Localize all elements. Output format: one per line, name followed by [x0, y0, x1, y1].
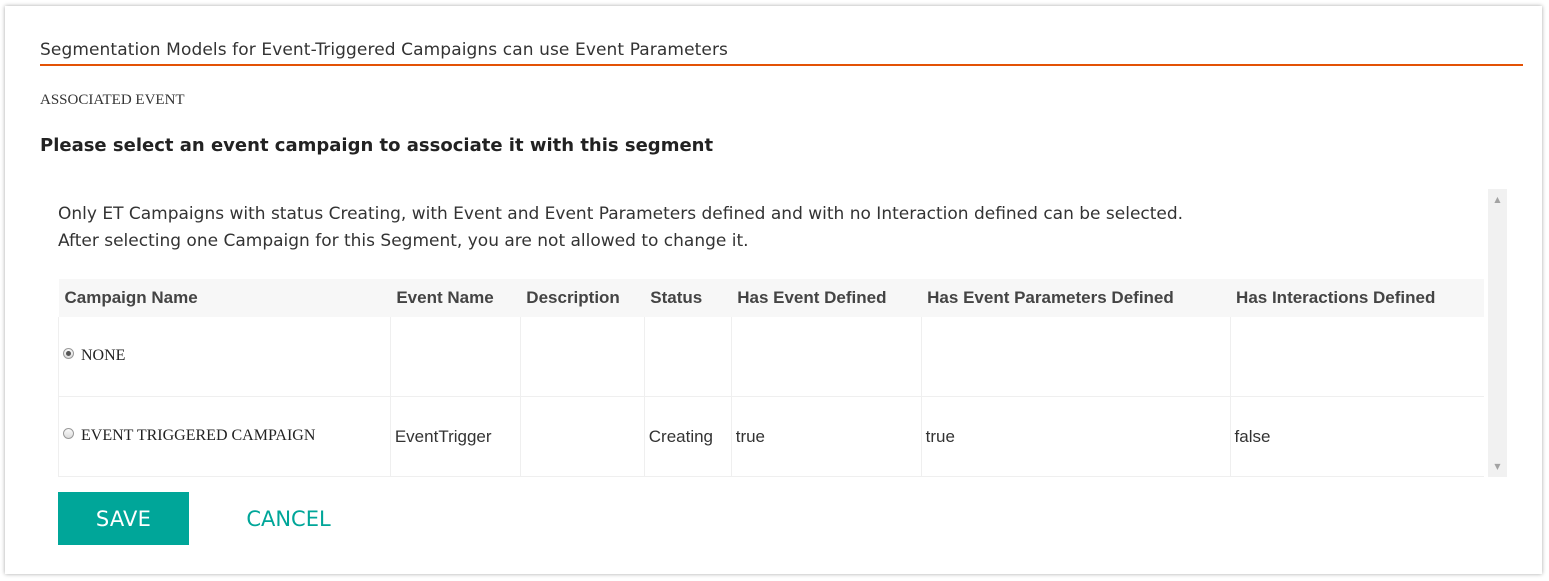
table-row: NONE [58, 317, 1484, 397]
save-button[interactable]: SAVE [58, 492, 189, 545]
column-header-status: Status [650, 288, 703, 307]
cell-status: Creating [644, 396, 732, 477]
campaign-name: EVENT TRIGGERED CAMPAIGN [81, 427, 316, 444]
cancel-button[interactable]: CANCEL [231, 492, 346, 545]
cell-has-event-defined [731, 317, 922, 397]
campaign-option-event-triggered[interactable]: EVENT TRIGGERED CAMPAIGN [63, 427, 315, 445]
cell-description [520, 396, 645, 477]
cell-has-event-defined: true [731, 396, 922, 477]
column-header-has-event-defined: Has Event Defined [737, 288, 887, 307]
campaign-scroll-panel[interactable]: Only ET Campaigns with status Creating, … [47, 189, 1507, 477]
cell-campaign-name: EVENT TRIGGERED CAMPAIGN [58, 396, 391, 477]
dialog-title: Segmentation Models for Event-Triggered … [40, 40, 728, 60]
column-header-has-interactions-defined: Has Interactions Defined [1236, 288, 1436, 307]
campaign-name: NONE [81, 347, 126, 364]
cell-has-event-parameters-defined: true [921, 396, 1231, 477]
scroll-up-arrow-icon[interactable]: ▲ [1488, 191, 1507, 208]
table-row: EVENT TRIGGERED CAMPAIGN EventTrigger Cr… [58, 396, 1484, 477]
cell-campaign-name: NONE [58, 317, 391, 397]
scroll-down-arrow-icon[interactable]: ▼ [1488, 458, 1507, 475]
campaign-table: Campaign Name Event Name Description Sta… [58, 279, 1484, 477]
vertical-scrollbar[interactable]: ▲ ▼ [1488, 189, 1507, 477]
column-header-has-event-parameters-defined: Has Event Parameters Defined [927, 288, 1174, 307]
cell-event-name: EventTrigger [390, 396, 521, 477]
column-header-event-name: Event Name [396, 288, 494, 307]
column-header-campaign-name: Campaign Name [64, 288, 198, 307]
cell-has-interactions-defined [1230, 317, 1484, 397]
cell-status [644, 317, 732, 397]
section-label: ASSOCIATED EVENT [40, 92, 185, 108]
table-header-row: Campaign Name Event Name Description Sta… [58, 279, 1484, 317]
selection-prompt: Please select an event campaign to assoc… [40, 135, 714, 156]
radio-button-none[interactable] [63, 347, 74, 359]
title-divider [40, 64, 1523, 66]
campaign-option-none[interactable]: NONE [63, 347, 125, 365]
radio-button-event-triggered[interactable] [63, 427, 74, 439]
cell-description [520, 317, 645, 397]
info-line-2: After selecting one Campaign for this Se… [58, 231, 749, 251]
segment-event-dialog: Segmentation Models for Event-Triggered … [5, 6, 1542, 574]
info-line-1: Only ET Campaigns with status Creating, … [58, 204, 1184, 224]
cell-event-name [390, 317, 521, 397]
cell-has-event-parameters-defined [921, 317, 1231, 397]
column-header-description: Description [526, 288, 620, 307]
cell-has-interactions-defined: false [1230, 396, 1484, 477]
info-text: Only ET Campaigns with status Creating, … [58, 201, 1183, 255]
